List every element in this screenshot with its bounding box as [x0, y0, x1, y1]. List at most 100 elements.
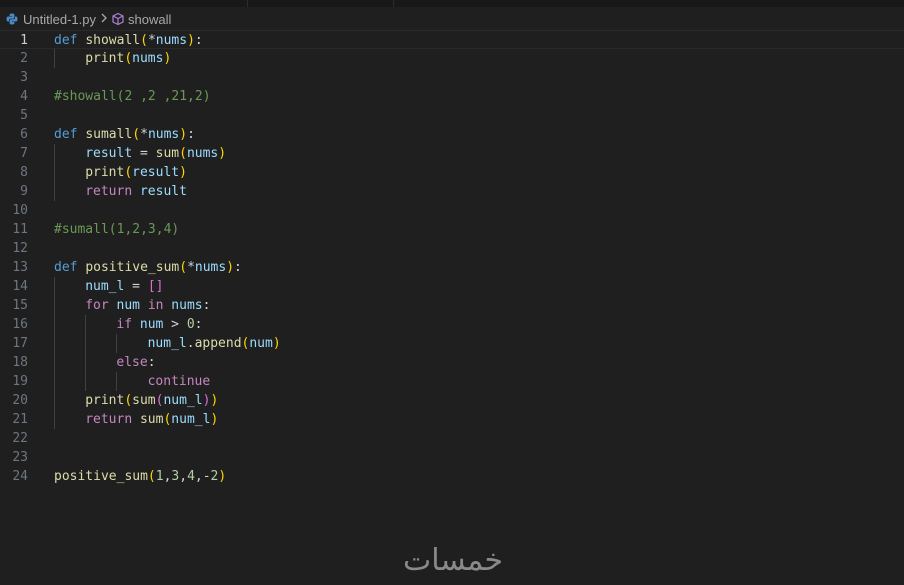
code-token: ( — [179, 146, 187, 161]
code-line[interactable]: 9 return result — [0, 182, 904, 201]
code-line[interactable]: 17 num_l.append(num) — [0, 334, 904, 353]
code-token: continue — [147, 374, 211, 389]
code-token: for — [85, 298, 109, 313]
code-token: ) — [226, 260, 235, 275]
code-token: nums — [194, 260, 227, 275]
line-number: 7 — [20, 146, 28, 161]
code-line[interactable]: 10 — [0, 201, 904, 220]
indent-guide — [54, 334, 55, 353]
code-line[interactable]: 6 def sumall(*nums): — [0, 125, 904, 144]
code-token: result — [139, 184, 187, 199]
code-token: showall — [85, 33, 141, 48]
code-line[interactable]: 23 — [0, 448, 904, 467]
code-token: num — [249, 336, 273, 351]
code-line[interactable]: 22 — [0, 429, 904, 448]
code-token: : — [202, 298, 211, 313]
code-line[interactable]: 18 else: — [0, 353, 904, 372]
code-token: num_l — [147, 336, 187, 351]
code-line[interactable]: 16 if num > 0: — [0, 315, 904, 334]
code-token: result — [85, 146, 133, 161]
code-token: positive_sum — [85, 260, 180, 275]
code-text: return result — [85, 182, 187, 201]
code-text: def positive_sum(*nums): — [54, 258, 242, 277]
line-number: 22 — [12, 431, 28, 446]
code-token: sum — [139, 412, 164, 427]
code-token: sum — [132, 393, 156, 408]
code-token: [] — [147, 279, 164, 294]
code-token: append — [194, 336, 242, 351]
code-line[interactable]: 4 #showall(2 ,2 ,21,2) — [0, 87, 904, 106]
code-line[interactable]: 24 positive_sum(1,3,4,-2) — [0, 467, 904, 486]
line-number: 14 — [12, 279, 28, 294]
code-token: * — [147, 33, 156, 48]
code-token: num_l — [85, 279, 125, 294]
code-line[interactable]: 21 return sum(num_l) — [0, 410, 904, 429]
code-line[interactable]: 19 continue — [0, 372, 904, 391]
indent-guide — [85, 372, 87, 391]
code-line[interactable]: 20 print(sum(num_l)) — [0, 391, 904, 410]
indent-guide — [116, 372, 118, 391]
code-token: : — [194, 33, 203, 48]
code-token: : — [234, 260, 242, 275]
breadcrumb-symbol-label: showall — [127, 11, 172, 27]
line-number: 11 — [12, 222, 28, 237]
code-token: num_l — [163, 393, 203, 408]
code-line[interactable]: 1 def showall(*nums): — [0, 30, 904, 49]
code-token: nums — [186, 146, 219, 161]
indent-guide — [54, 315, 55, 334]
code-token: nums — [147, 127, 180, 142]
code-token: ( — [124, 393, 133, 408]
indent-guide — [85, 334, 87, 353]
code-token: ( — [132, 127, 141, 142]
code-line[interactable]: 3 — [0, 68, 904, 87]
code-line[interactable]: 12 — [0, 239, 904, 258]
code-token: result — [132, 165, 180, 180]
code-token: ( — [140, 33, 148, 48]
code-token: #showall(2 ,2 ,21,2) — [54, 89, 211, 104]
breadcrumb-file-label: Untitled-1.py — [23, 11, 96, 27]
indent-guide — [54, 277, 55, 296]
line-number: 10 — [12, 203, 28, 218]
code-line[interactable]: 14 num_l = [] — [0, 277, 904, 296]
line-number: 4 — [20, 89, 28, 104]
line-number: 13 — [12, 260, 28, 275]
line-number: 3 — [20, 70, 28, 85]
line-number: 15 — [12, 298, 28, 313]
line-number: 23 — [12, 450, 28, 465]
code-line[interactable]: 7 result = sum(nums) — [0, 144, 904, 163]
code-token: ) — [163, 51, 172, 66]
code-token: ( — [124, 165, 133, 180]
code-token: * — [187, 260, 195, 275]
line-number: 12 — [12, 241, 28, 256]
tab-divider — [247, 0, 248, 7]
line-number: 24 — [12, 469, 28, 484]
code-token: def — [54, 127, 78, 142]
code-token: ) — [187, 33, 195, 48]
code-text: return sum(num_l) — [85, 410, 218, 429]
code-line[interactable]: 13 def positive_sum(*nums): — [0, 258, 904, 277]
line-number: 6 — [20, 127, 28, 142]
indent-guide — [54, 372, 55, 391]
code-token: ) — [218, 146, 227, 161]
code-token: ) — [210, 393, 219, 408]
code-line[interactable]: 8 print(result) — [0, 163, 904, 182]
code-token: print — [85, 165, 125, 180]
line-number: 5 — [20, 108, 28, 123]
indent-guide — [54, 410, 55, 429]
code-line[interactable]: 11 #sumall(1,2,3,4) — [0, 220, 904, 239]
breadcrumb-file[interactable]: Untitled-1.py — [0, 12, 96, 27]
code-line[interactable]: 2 print(nums) — [0, 49, 904, 68]
line-number: 2 — [20, 51, 28, 66]
line-number: 17 — [12, 336, 28, 351]
breadcrumb-symbol[interactable]: showall — [111, 12, 171, 27]
code-token: = — [132, 146, 156, 161]
code-line[interactable]: 5 — [0, 106, 904, 125]
line-number: 21 — [12, 412, 28, 427]
indent-guide — [54, 391, 55, 410]
code-token: ) — [179, 165, 187, 180]
code-line[interactable]: 15 for num in nums: — [0, 296, 904, 315]
code-token: num — [116, 298, 140, 313]
code-editor[interactable]: 1 def showall(*nums): 2 print(nums) 3 4 #showa… — [0, 30, 904, 500]
